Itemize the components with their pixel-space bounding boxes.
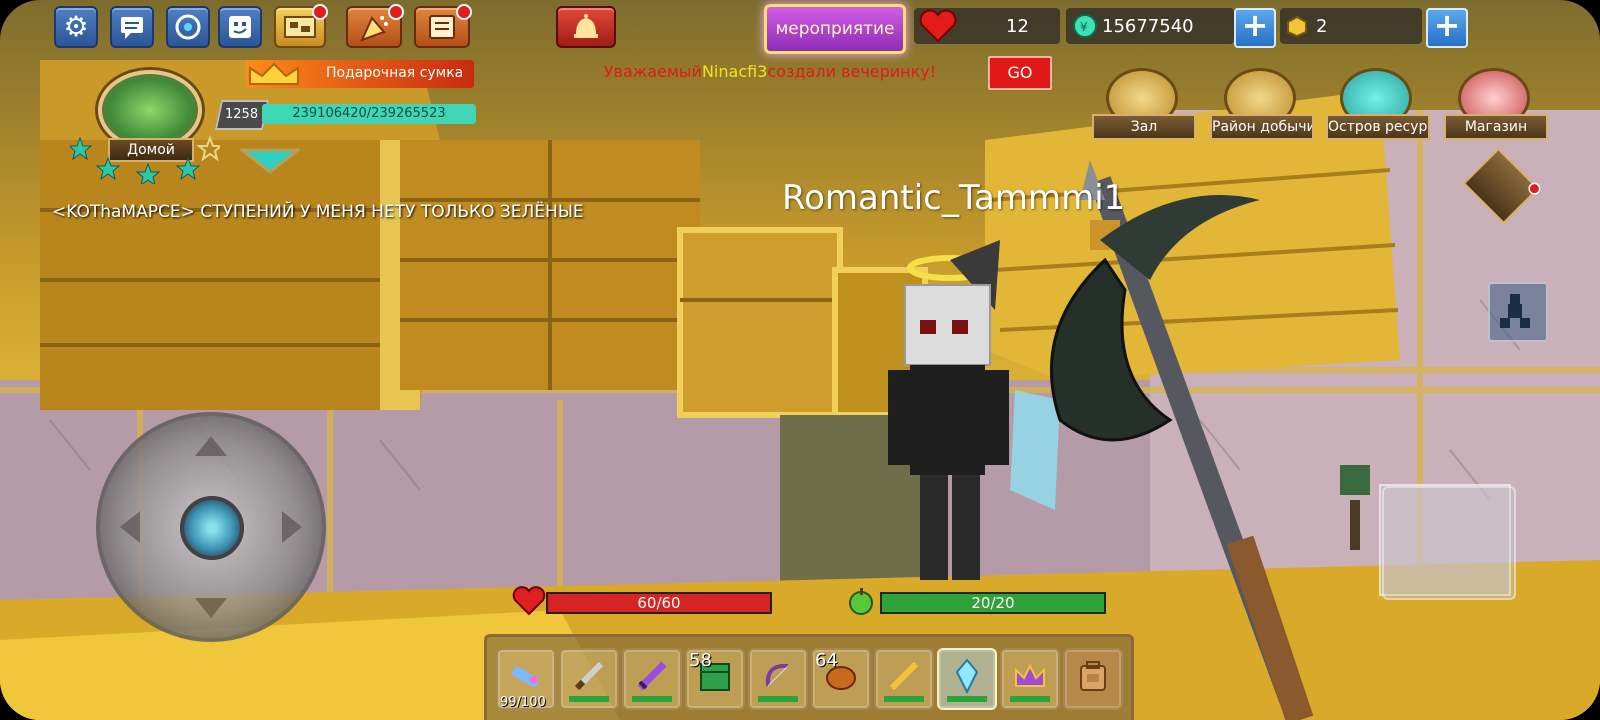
party-announcement: УважаемыйNinacfi3создали вечеринку! [560, 60, 980, 84]
gift-bag-banner[interactable]: Подарочная сумка [246, 60, 474, 88]
place-label: Район добычи [1210, 114, 1314, 140]
notification-dot [388, 4, 404, 20]
chevron-down-icon[interactable] [240, 146, 300, 176]
bell-button[interactable] [556, 6, 616, 48]
sprint-button[interactable] [1488, 282, 1548, 342]
place-shop[interactable]: Магазин [1444, 68, 1548, 140]
place-label: Остров ресурсов [1326, 114, 1430, 140]
notification-dot [456, 4, 472, 20]
coin-count: 15677540 [1102, 15, 1194, 37]
document-icon [429, 15, 455, 39]
chat-icon [121, 17, 143, 39]
backpack-button[interactable] [1063, 648, 1123, 710]
joystick-knob[interactable] [180, 496, 244, 560]
player-level: 1258 [225, 107, 259, 122]
bell-icon [574, 14, 598, 38]
gear-icon: ⚙ [63, 10, 89, 43]
gift-bag-label: Подарочная сумка [326, 65, 464, 81]
camera-view-button[interactable] [166, 6, 210, 48]
hunger-text: 20/20 [971, 594, 1015, 612]
blaster-icon [511, 666, 540, 688]
hunger-bar: 20/20 [880, 592, 1106, 614]
gold-cube-icon [1287, 15, 1307, 37]
slot-count: 58 [689, 650, 712, 671]
heart-icon [919, 9, 957, 43]
crown-item-icon [1015, 663, 1045, 687]
hp-text: 60/60 [637, 594, 681, 612]
slot-count: 64 [815, 650, 838, 671]
place-label: Зал [1092, 114, 1196, 140]
slot-durability-bar [632, 696, 672, 702]
hotbar-slot-crystal[interactable] [937, 648, 997, 710]
bow-icon [765, 663, 789, 687]
knife-icon [574, 661, 604, 691]
emote-button[interactable] [218, 6, 262, 48]
exp-text: 239106420/239265523 [292, 106, 446, 121]
apple-icon [849, 588, 873, 615]
cube-count: 2 [1316, 15, 1328, 37]
map-icon [284, 16, 316, 38]
add-cubes-button[interactable]: + [1426, 8, 1468, 48]
place-label: Магазин [1444, 114, 1548, 140]
place-hall[interactable]: Зал [1092, 68, 1196, 140]
coin-counter: ¥ 15677540 [1066, 8, 1234, 44]
player-nametag: Romantic_Tammmi1 [782, 178, 1125, 218]
purple-sword-icon [637, 661, 667, 691]
hotbar-slot-green-block[interactable]: 58 [685, 648, 745, 710]
hotbar-slot-golden-sword[interactable] [874, 648, 934, 710]
slot-durability-bar [569, 696, 609, 702]
event-button[interactable]: мероприятие [764, 4, 906, 54]
hp-bar: 60/60 [546, 592, 772, 614]
chat-button[interactable] [110, 6, 154, 48]
party-popper-icon [360, 16, 388, 42]
hotbar-slot-purple-sword[interactable] [622, 648, 682, 710]
running-person-icon [1500, 294, 1530, 328]
heart-icon [512, 586, 546, 616]
slot-durability-bar [758, 696, 798, 702]
face-icon [229, 16, 251, 38]
golden-sword-icon [889, 661, 919, 691]
gem-coin-icon: ¥ [1073, 14, 1097, 38]
announcement-prefix: Уважаемый [603, 62, 702, 81]
chat-message: <KOThaMAPCE> СТУПЕНИЙ У МЕНЯ НЕТУ ТОЛЬКО… [52, 202, 584, 222]
hotbar-slot-bow[interactable] [748, 648, 808, 710]
star-rating-icons [70, 135, 220, 184]
exp-bar: 239106420/239265523 [262, 104, 476, 124]
crown-icon [249, 62, 299, 85]
svg-text:¥: ¥ [1080, 20, 1088, 34]
player-nametag-text: Romantic_Tammmi1 [782, 178, 1126, 218]
slot-durability-bar [1010, 696, 1050, 702]
hotbar-slot-crown[interactable] [1000, 648, 1060, 710]
hotbar-slot-knife[interactable] [559, 648, 619, 710]
crystal-icon [955, 658, 979, 694]
add-coins-button[interactable]: + [1234, 8, 1276, 48]
movement-joystick[interactable] [96, 412, 326, 642]
health-counter: 12 [914, 8, 1060, 44]
place-resource-island[interactable]: Остров ресурсов [1326, 68, 1430, 140]
announcement-name: Ninacfi3 [701, 62, 768, 81]
map-button[interactable] [274, 4, 328, 48]
settings-button[interactable]: ⚙ [54, 6, 98, 48]
jump-button[interactable] [1382, 486, 1516, 600]
backpack-icon [1080, 661, 1106, 691]
slot-durability-bar [947, 696, 987, 702]
target-icon [175, 14, 201, 40]
notification-dot [312, 4, 328, 20]
party-button[interactable] [346, 4, 404, 48]
slot-durability: 99/100 [500, 695, 546, 710]
health-count: 12 [1006, 15, 1029, 37]
place-mining-area[interactable]: Район добычи [1210, 68, 1314, 140]
chat-message-text: <KOThaMAPCE> СТУПЕНИЙ У МЕНЯ НЕТУ ТОЛЬКО… [52, 202, 584, 222]
go-button[interactable]: GO [988, 56, 1052, 90]
tasks-button[interactable] [414, 4, 472, 48]
slot-durability-bar [884, 696, 924, 702]
hotbar-slot-blaster[interactable]: 99/100 [496, 648, 556, 710]
announcement-suffix: создали вечеринку! [767, 62, 937, 81]
event-button-label: мероприятие [775, 19, 895, 39]
game-viewport[interactable]: ⚙ мероприятие 12 ¥ 15677540 + 2 + Подаро… [0, 0, 1600, 720]
hotbar-slot-bread[interactable]: 64 [811, 648, 871, 710]
cube-counter: 2 [1280, 8, 1422, 44]
go-button-label: GO [1007, 63, 1033, 82]
